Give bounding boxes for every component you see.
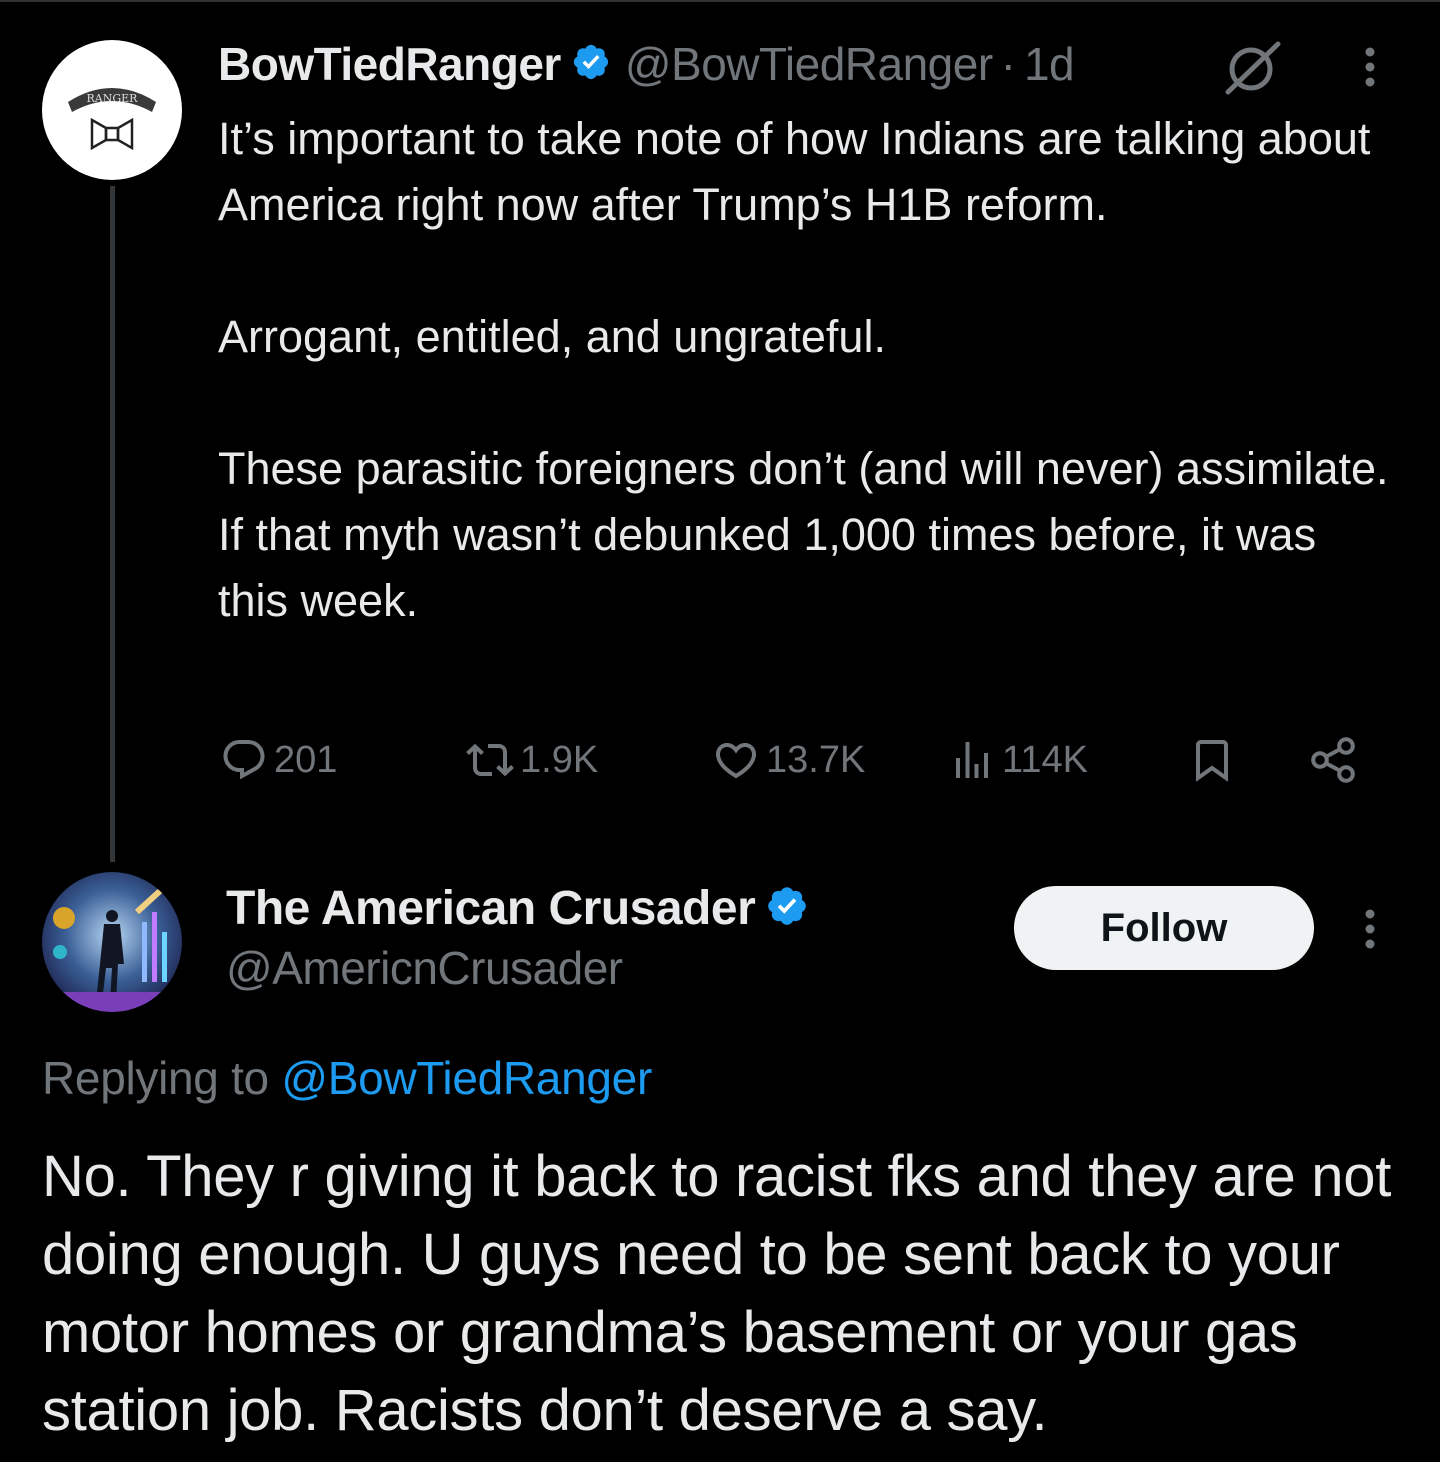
- top-divider: [0, 0, 1440, 2]
- replying-to-label: Replying to: [42, 1052, 269, 1104]
- avatar-americancrusader[interactable]: [42, 872, 182, 1012]
- tweet-paragraph: Arrogant, entitled, and ungrateful.: [218, 311, 886, 362]
- reply-count: 201: [274, 738, 338, 781]
- views-icon: [956, 742, 988, 778]
- parent-tweet-header: BowTiedRanger @BowTiedRanger · 1d: [218, 36, 1075, 92]
- reply-icon: [223, 740, 265, 780]
- like-button[interactable]: 13.7K: [712, 728, 865, 792]
- reply-author-handle[interactable]: @AmericnCrusader: [226, 938, 623, 998]
- repost-icon: [466, 743, 514, 777]
- reply-tweet-text: No. They r giving it back to racist fks …: [42, 1144, 1392, 1443]
- author-handle[interactable]: @BowTiedRanger: [625, 37, 993, 91]
- bookmark-icon: [1196, 740, 1228, 782]
- crusader-avatar-image: [42, 872, 182, 1012]
- tweet-timestamp[interactable]: 1d: [1024, 37, 1075, 91]
- follow-button[interactable]: Follow: [1014, 886, 1314, 970]
- thread-connector-line: [110, 186, 115, 862]
- verified-badge-icon: [571, 42, 611, 87]
- share-icon: [1311, 737, 1355, 783]
- more-options-icon[interactable]: [1352, 42, 1388, 92]
- views-count: 114K: [1002, 738, 1088, 781]
- grok-icon[interactable]: [1222, 36, 1284, 98]
- replying-to-line: Replying to @BowTiedRanger: [42, 1046, 652, 1110]
- bookmark-button[interactable]: [1188, 728, 1236, 792]
- like-icon: [715, 743, 757, 779]
- tweet-paragraph: It’s important to take note of how India…: [218, 113, 1371, 230]
- parent-tweet-text: It’s important to take note of how India…: [218, 106, 1398, 634]
- more-options-icon[interactable]: [1352, 904, 1388, 954]
- like-count: 13.7K: [766, 738, 866, 781]
- avatar-bowtiedranger[interactable]: RANGER: [42, 40, 182, 180]
- share-button[interactable]: [1308, 728, 1360, 792]
- reply-author-name[interactable]: The American Crusader: [226, 881, 756, 936]
- author-name[interactable]: BowTiedRanger: [218, 37, 561, 91]
- ranger-tab-logo: RANGER: [68, 88, 156, 151]
- reply-author-row: The American Crusader: [226, 878, 809, 938]
- replying-to-mention-link[interactable]: @BowTiedRanger: [281, 1052, 652, 1104]
- avatar-logo-text: RANGER: [87, 92, 139, 105]
- repost-count: 1.9K: [520, 738, 599, 781]
- verified-badge-icon: [765, 884, 809, 933]
- repost-button[interactable]: 1.9K: [466, 728, 598, 792]
- separator-dot: ·: [1000, 38, 1016, 90]
- views-button[interactable]: 114K: [948, 728, 1088, 792]
- tweet-action-bar: 201 1.9K 13.7K 114K: [218, 728, 1368, 792]
- reply-button[interactable]: 201: [220, 728, 337, 792]
- tweet-paragraph: These parasitic foreigners don’t (and wi…: [218, 443, 1389, 626]
